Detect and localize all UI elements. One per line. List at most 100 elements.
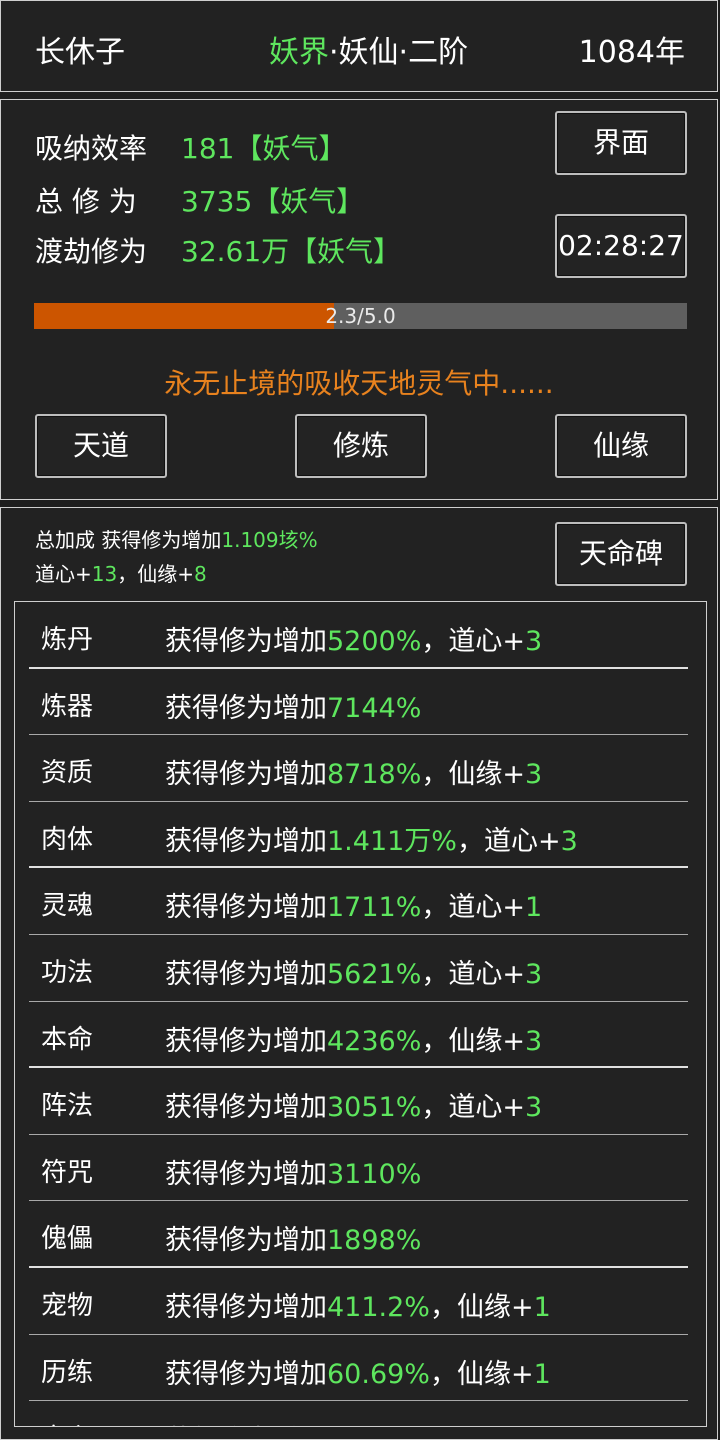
bonus-extra-label: ，道心+ [456,825,561,857]
character-name: 长休子 [35,35,125,70]
bonus-list[interactable]: 炼丹 获得修为增加5200%，道心+3 炼器 获得修为增加7144% 资质 获得修为增加8… [14,601,707,1427]
bonus-value: 1.411万% [327,825,457,857]
bonus-prefix: 获得修为增加 [165,892,327,924]
bonus-prefix: 获得修为增加 [165,1025,327,1057]
list-item: 资质 获得修为增加8718%，仙缘+3 [29,735,688,802]
bonus-description: 获得修为增加3051%，道心+3 [165,1085,542,1124]
bonus-source-name: 傀儡 [41,1224,94,1255]
total-cultivation-row: 总 修 为 3735【妖气】 [35,180,364,220]
bonus-description: 获得修为增加3110% [165,1152,421,1191]
bonus-source-name: 宗主 [41,1418,93,1426]
bonus-prefix: 获得修为增加 [165,1291,327,1323]
bonus-value: 7144% [327,692,422,724]
bonus-source-name: 灵魂 [41,891,94,922]
total-bonus-value: 1.109垓% [221,528,318,552]
tianming-stele-button[interactable]: 天命碑 [555,522,687,586]
list-item: 灵魂 获得修为增加1711%，道心+1 [29,868,688,935]
bonus-value: 411.2% [327,1291,430,1323]
bonus-extra-value: 3 [525,759,543,791]
bonus-value: 3110% [327,1158,422,1190]
realm-world: 妖界 [269,35,329,70]
bonus-value: 3051% [327,1092,422,1124]
total-bonus-line: 总加成 获得修为增加1.109垓% [35,524,318,553]
timer-button[interactable]: 02:28:27 [555,214,687,278]
bonus-value: 1711% [327,892,422,924]
bonus-source-name: 资质 [41,758,94,789]
bonus-prefix: 获得修为增加 [165,1158,327,1190]
xianyuan-value: 8 [193,562,207,586]
bonus-panel: 总加成 获得修为增加1.109垓% 道心+13，仙缘+8 天命碑 炼丹 获得修为增… [0,507,718,1440]
bonus-value: 60.69% [327,1358,430,1390]
bonus-description: 获得修为增加4236%，仙缘+3 [165,1019,542,1058]
bonus-description: 获得修为增加7144% [165,686,421,725]
tribulation-label: 渡劫修为 [35,235,148,268]
bonus-extra-value: 3 [525,1092,543,1124]
bonus-prefix: 获得修为增加 [165,1092,327,1124]
bonus-source-name: 符咒 [41,1157,94,1188]
daoxin-label: 道心+ [35,562,92,586]
list-item: 宗主获得修为增加0% [29,1401,688,1426]
bonus-extra-value: 3 [560,825,578,857]
bonus-source-name: 功法 [41,957,94,988]
total-cultivation-label: 总 修 为 [35,185,137,218]
xianyuan-button[interactable]: 仙缘 [555,414,687,478]
bonus-prefix: 获得修为增加 [165,958,327,990]
bonus-extra-value: 3 [525,958,543,990]
status-message: 永无止境的吸收天地灵气中...... [164,367,554,400]
bonus-value: 1898% [327,1225,422,1257]
list-item: 本命 获得修为增加4236%，仙缘+3 [29,1002,688,1069]
bonus-value: 8718% [327,759,422,791]
list-item: 功法 获得修为增加5621%，道心+3 [29,935,688,1002]
cultivation-progress-bar: 2.3/5.0 [34,303,687,329]
year-counter: 1084年 [578,35,685,70]
list-item: 符咒 获得修为增加3110% [29,1135,688,1202]
bonus-description: 获得修为增加1898% [165,1218,421,1257]
bonus-description: 获得修为增加60.69%，仙缘+1 [165,1352,551,1391]
bonus-value: 5200% [327,626,422,657]
bonus-extra-value: 1 [525,892,543,924]
interface-button[interactable]: 界面 [555,111,687,175]
bonus-prefix: 获得修为增加 [165,1425,327,1426]
bonus-extra-value: 1 [533,1291,551,1323]
total-cultivation-value: 3735【妖气】 [181,185,365,218]
bonus-description: 获得修为增加1711%，道心+1 [165,885,542,924]
bonus-extra-label: ，道心+ [421,1092,525,1124]
bonus-source-name: 本命 [41,1024,94,1055]
absorb-rate-label: 吸纳效率 [35,132,148,165]
bonus-prefix: 获得修为增加 [165,1225,327,1257]
realm-label: 妖界·妖仙·二阶 [269,27,468,71]
bonus-extra-label: ，仙缘+ [421,759,525,791]
bonus-description: 获得修为增加411.2%，仙缘+1 [165,1285,551,1324]
bonus-prefix: 获得修为增加 [165,825,327,857]
bonus-prefix: 获得修为增加 [165,626,327,657]
list-item: 炼器 获得修为增加7144% [29,669,688,736]
bonus-prefix: 获得修为增加 [165,759,327,791]
bonus-prefix: 获得修为增加 [165,692,327,724]
bonus-description: 获得修为增加8718%，仙缘+3 [165,752,542,791]
xiulian-button[interactable]: 修炼 [295,414,427,478]
bonus-extra-label: ，仙缘+ [421,1025,525,1057]
bonus-source-name: 肉体 [41,824,94,855]
absorb-rate-row: 吸纳效率 181【妖气】 [35,127,346,167]
bonus-description: 获得修为增加1.411万%，道心+3 [165,819,578,858]
bonus-value: 5621% [327,958,422,990]
realm-rank: ·妖仙·二阶 [329,35,469,70]
bonus-source-name: 炼器 [41,691,94,722]
tiandao-button[interactable]: 天道 [35,414,167,478]
bonus-extra-value: 3 [525,626,543,657]
bonus-value: 4236% [327,1025,422,1057]
bonus-extra-value: 1 [533,1358,551,1390]
bonus-source-name: 宠物 [41,1290,94,1321]
list-item: 历练 获得修为增加60.69%，仙缘+1 [29,1335,688,1402]
bonus-source-name: 历练 [41,1357,94,1388]
cultivation-stats-panel: 吸纳效率 181【妖气】 总 修 为 3735【妖气】 渡劫修为 32.61万【妖气】… [0,99,718,500]
bonus-extra-label: ，道心+ [421,892,525,924]
bonus-extra-label: ，仙缘+ [429,1358,534,1390]
bonus-extra-label: ，道心+ [421,626,525,657]
tribulation-row: 渡劫修为 32.61万【妖气】 [35,230,401,270]
tribulation-value: 32.61万【妖气】 [181,235,402,268]
daoxin-value: 13 [91,562,118,586]
bonus-description: 获得修为增加5200%，道心+3 [165,619,542,658]
bonus-value: 0% [327,1425,370,1426]
bonus-source-name: 阵法 [41,1091,94,1122]
